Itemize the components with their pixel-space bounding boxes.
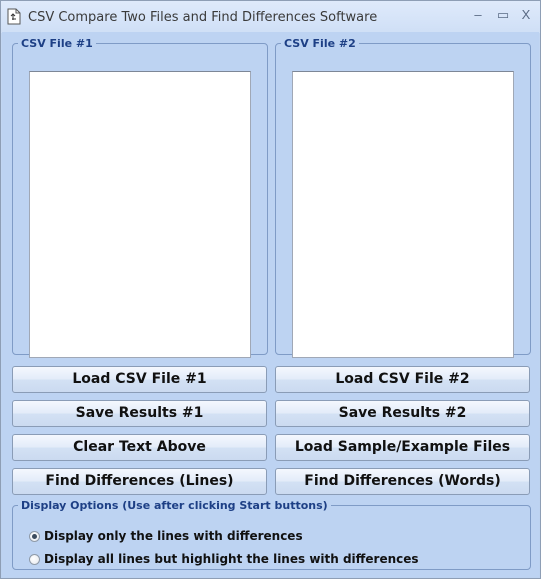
- display-options-group: Display Options (Use after clicking Star…: [12, 499, 531, 570]
- window-title: CSV Compare Two Files and Find Differenc…: [28, 10, 378, 25]
- app-window: CSV Compare Two Files and Find Differenc…: [0, 0, 541, 579]
- save-results-2-button[interactable]: Save Results #2: [275, 400, 530, 427]
- display-options-legend: Display Options (Use after clicking Star…: [21, 499, 328, 512]
- client-area: CSV File #1 CSV File #2 Load CSV File #1…: [2, 32, 539, 577]
- csv-file-1-textarea[interactable]: [29, 71, 251, 358]
- close-button[interactable]: X: [514, 5, 538, 25]
- radio-unselected-icon[interactable]: [29, 554, 40, 565]
- csv-file-2-legend: CSV File #2: [284, 37, 356, 50]
- minimize-button[interactable]: –: [466, 5, 490, 25]
- csv-file-1-group: CSV File #1: [12, 37, 268, 358]
- title-bar[interactable]: CSV Compare Two Files and Find Differenc…: [1, 1, 540, 33]
- radio-only-differences-label: Display only the lines with differences: [44, 529, 303, 543]
- find-differences-words-button[interactable]: Find Differences (Words): [275, 468, 530, 495]
- csv-file-1-legend: CSV File #1: [21, 37, 93, 50]
- find-differences-lines-button[interactable]: Find Differences (Lines): [12, 468, 267, 495]
- clear-text-button[interactable]: Clear Text Above: [12, 434, 267, 461]
- csv-file-2-group: CSV File #2: [275, 37, 531, 358]
- maximize-button[interactable]: ▭: [491, 5, 515, 25]
- load-csv-file-1-button[interactable]: Load CSV File #1: [12, 366, 267, 393]
- radio-selected-icon[interactable]: [29, 531, 40, 542]
- load-sample-files-button[interactable]: Load Sample/Example Files: [275, 434, 530, 461]
- document-icon: [7, 8, 21, 25]
- csv-file-2-textarea[interactable]: [292, 71, 514, 358]
- load-csv-file-2-button[interactable]: Load CSV File #2: [275, 366, 530, 393]
- radio-all-lines-highlight-label: Display all lines but highlight the line…: [44, 552, 419, 566]
- save-results-1-button[interactable]: Save Results #1: [12, 400, 267, 427]
